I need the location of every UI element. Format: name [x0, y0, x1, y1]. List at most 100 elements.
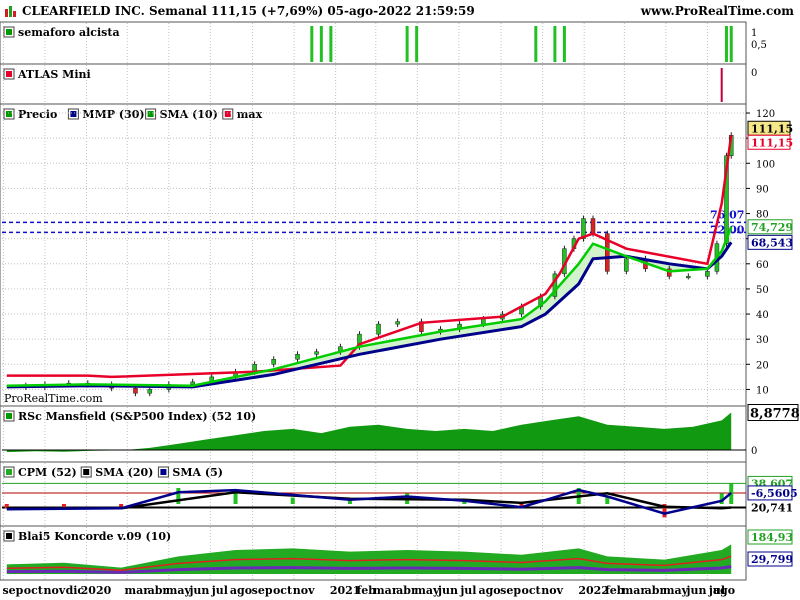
cpm-bar — [119, 504, 124, 507]
x-axis-label: ago — [478, 584, 500, 597]
watermark-text: ProRealTime.com — [4, 392, 103, 405]
max-value-label: 111,15 — [751, 136, 793, 149]
cpm-bar — [290, 497, 295, 504]
price-candle — [686, 276, 691, 279]
rsc-value-label: 8,8778 — [750, 407, 800, 422]
semaforo-signal-bar — [329, 26, 333, 62]
price-ytick-label: 10 — [756, 385, 769, 396]
price-legend-label-3: max — [237, 108, 263, 121]
x-axis-label: jun — [437, 584, 458, 597]
koncorde-lower-label: 29,799 — [751, 553, 793, 566]
price-legend-color-2 — [147, 111, 154, 117]
price-candle — [590, 218, 596, 234]
semaforo-signal-bar — [310, 26, 314, 62]
x-axis-label: may — [663, 584, 689, 597]
x-axis-label: sep — [252, 584, 273, 597]
cpm-legend-label-1: SMA (20) — [95, 466, 153, 479]
sem-legend-color-0 — [6, 29, 12, 35]
x-axis-label: oct — [24, 584, 44, 597]
x-axis-label: 2020 — [81, 584, 112, 597]
price-candle — [624, 258, 629, 272]
price-ytick-label: 90 — [756, 184, 769, 195]
price-candle — [295, 354, 300, 360]
x-axis-label: mar — [125, 584, 150, 597]
semaforo-signal-bar — [729, 26, 733, 62]
rsc-legend-color-0 — [6, 413, 12, 419]
atlas-legend-label-0: ATLAS Mini — [17, 68, 91, 81]
price-legend-label-0: Precio — [18, 108, 57, 121]
price-candle — [705, 271, 710, 277]
semaforo-signal-bar — [415, 26, 419, 62]
x-axis-label: nov — [541, 584, 563, 597]
cpm-legend-label-0: CPM (52) — [18, 466, 77, 479]
kon-legend-label-0: Blai5 Koncorde v.09 (10) — [18, 530, 171, 543]
koncorde-upper-label: 184,93 — [751, 531, 793, 544]
price-candle — [147, 389, 153, 394]
semaforo-signal-bar — [562, 26, 566, 62]
last-price-label: 111,15 — [751, 122, 793, 135]
cpm-sma5-value-label: -6,5605 — [751, 487, 798, 500]
stock-chart-window: CLEARFIELD INC. Semanal 111,15 (+7,69%) … — [0, 0, 800, 600]
price-ytick-label: 50 — [756, 285, 769, 296]
semaforo-signal-bar — [319, 26, 323, 62]
atlas-legend-color-0 — [6, 71, 12, 77]
semaforo-ytick: 1 — [751, 28, 757, 39]
atlas-ytick: 0 — [751, 68, 757, 79]
x-axis-label: jul — [211, 584, 228, 597]
semaforo-signal-bar — [534, 26, 538, 62]
price-ytick-label: 100 — [756, 159, 775, 170]
panel-frame-atl — [0, 63, 747, 105]
semaforo-signal-bar — [553, 26, 557, 62]
cpm-legend-label-2: SMA (5) — [172, 466, 223, 479]
cpm-legend-color-1 — [83, 469, 90, 475]
x-axis-label: jul — [459, 584, 476, 597]
x-axis-label: oct — [521, 584, 541, 597]
cpm-bar — [347, 500, 352, 504]
semaforo-signal-bar — [405, 26, 409, 62]
x-axis-label: jun — [686, 584, 707, 597]
price-candle — [376, 323, 381, 335]
price-ytick-label: 20 — [756, 360, 769, 371]
price-legend-label-2: SMA (10) — [160, 108, 218, 121]
semaforo-ytick: 0,5 — [751, 40, 767, 51]
sem-legend-label-0: semaforo alcista — [18, 26, 120, 39]
atlas-signal-bar — [720, 68, 723, 102]
price-candle — [314, 351, 319, 355]
cpm-sma20-value-label: 20,741 — [751, 501, 793, 514]
price-candle — [481, 318, 486, 325]
x-axis-label: oct — [273, 584, 293, 597]
price-legend-color-1 — [70, 111, 77, 117]
x-axis-label: mar — [622, 584, 647, 597]
price-ytick-label: 80 — [756, 210, 769, 221]
price-candle — [395, 321, 400, 325]
panel-frame-price — [0, 103, 747, 407]
price-ytick-label: 40 — [756, 310, 769, 321]
x-axis-label: sep — [500, 584, 521, 597]
x-axis-label: nov — [293, 584, 315, 597]
mmp30-value-label: 68,543 — [751, 236, 793, 249]
price-candle — [271, 359, 276, 365]
sma10-value-label: 74,729 — [751, 221, 793, 234]
price-legend-label-1: MMP (30) — [82, 108, 144, 121]
x-axis-label: mar — [373, 584, 398, 597]
x-axis-label: nov — [44, 584, 66, 597]
cpm-legend-color-2 — [160, 469, 167, 475]
rsc-ytick: 0 — [751, 446, 757, 457]
price-ytick-label: 120 — [756, 109, 775, 120]
kon-legend-color-0 — [6, 533, 12, 539]
x-axis-label: ago — [713, 584, 735, 597]
price-legend-color-3 — [224, 111, 231, 117]
price-legend-color-0 — [6, 111, 12, 117]
x-axis-label: may — [166, 584, 192, 597]
price-ytick-label: 30 — [756, 335, 769, 346]
x-axis-label: sep — [2, 584, 23, 597]
x-axis-label: may — [414, 584, 440, 597]
x-axis-label: jun — [188, 584, 209, 597]
price-candle — [133, 387, 138, 394]
rsc-legend-label-0: RSc Mansfield (S&P500 Index) (52 10) — [18, 410, 256, 423]
price-ytick-label: 60 — [756, 260, 769, 271]
x-axis-label: ago — [230, 584, 252, 597]
price-candle — [190, 381, 195, 385]
chart-canvas[interactable]: semaforo alcista ATLAS Mini Precio MMP (30)… — [0, 0, 800, 600]
cpm-legend-color-0 — [6, 469, 12, 475]
